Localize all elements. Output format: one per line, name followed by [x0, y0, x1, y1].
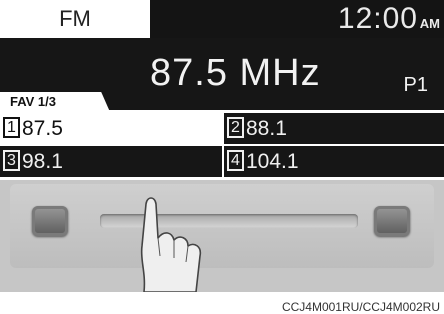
head-unit-photo — [0, 180, 444, 292]
clock-time: 12:00 — [337, 2, 418, 35]
preset-button-2[interactable]: 2 88.1 — [224, 113, 444, 144]
preset-number: 2 — [227, 116, 244, 138]
pointing-hand-icon — [140, 197, 202, 292]
image-caption: CCJ4M001RU/CCJ4M002RU — [281, 300, 440, 314]
preset-number: 4 — [227, 149, 244, 171]
control-panel — [10, 184, 434, 268]
clock-ampm: AM — [419, 16, 440, 31]
preset-frequency: 98.1 — [22, 150, 63, 173]
preset-button-4[interactable]: 4 104.1 — [224, 146, 444, 177]
clock-bar: 12:00 AM — [150, 0, 444, 38]
preset-frequency: 87.5 — [22, 117, 63, 140]
preset-indicator: P1 — [403, 74, 428, 96]
preset-frequency: 104.1 — [246, 150, 299, 173]
preset-button-1[interactable]: 1 87.5 — [0, 113, 222, 144]
band-label: FM — [0, 0, 150, 38]
preset-number: 1 — [3, 116, 20, 138]
preset-number: 3 — [3, 149, 20, 171]
current-frequency: 87.5 MHz — [150, 52, 321, 94]
right-knob[interactable] — [374, 206, 410, 236]
preset-frequency: 88.1 — [246, 117, 287, 140]
radio-display: FM 12:00 AM 87.5 MHz P1 FAV 1/3 1 87.5 28… — [0, 0, 444, 180]
fav-page-tab[interactable]: FAV 1/3 — [0, 92, 110, 112]
left-knob[interactable] — [32, 206, 68, 236]
preset-button-3[interactable]: 3 98.1 — [0, 146, 222, 177]
